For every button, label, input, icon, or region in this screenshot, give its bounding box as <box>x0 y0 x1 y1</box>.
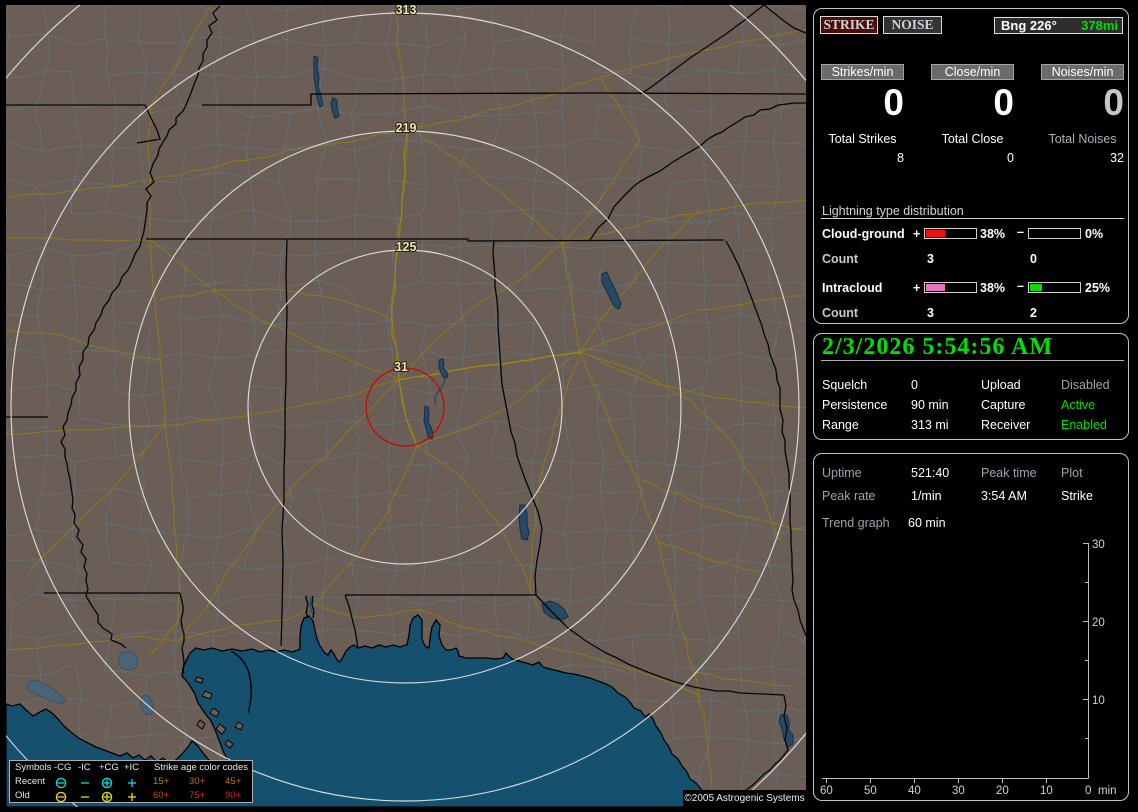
svg-text:10: 10 <box>1092 695 1105 707</box>
svg-text:60: 60 <box>820 785 833 797</box>
svg-text:20: 20 <box>1092 617 1105 629</box>
svg-text:31: 31 <box>394 360 408 374</box>
svg-text:125: 125 <box>396 240 417 254</box>
svg-text:10: 10 <box>1040 785 1053 797</box>
svg-text:50: 50 <box>864 785 877 797</box>
svg-text:30: 30 <box>952 785 965 797</box>
svg-text:30: 30 <box>1092 539 1105 551</box>
svg-text:313: 313 <box>396 5 417 17</box>
svg-text:min: min <box>1098 785 1117 797</box>
svg-text:0: 0 <box>1085 785 1091 797</box>
svg-text:40: 40 <box>908 785 921 797</box>
svg-text:20: 20 <box>996 785 1009 797</box>
svg-text:219: 219 <box>396 121 417 135</box>
